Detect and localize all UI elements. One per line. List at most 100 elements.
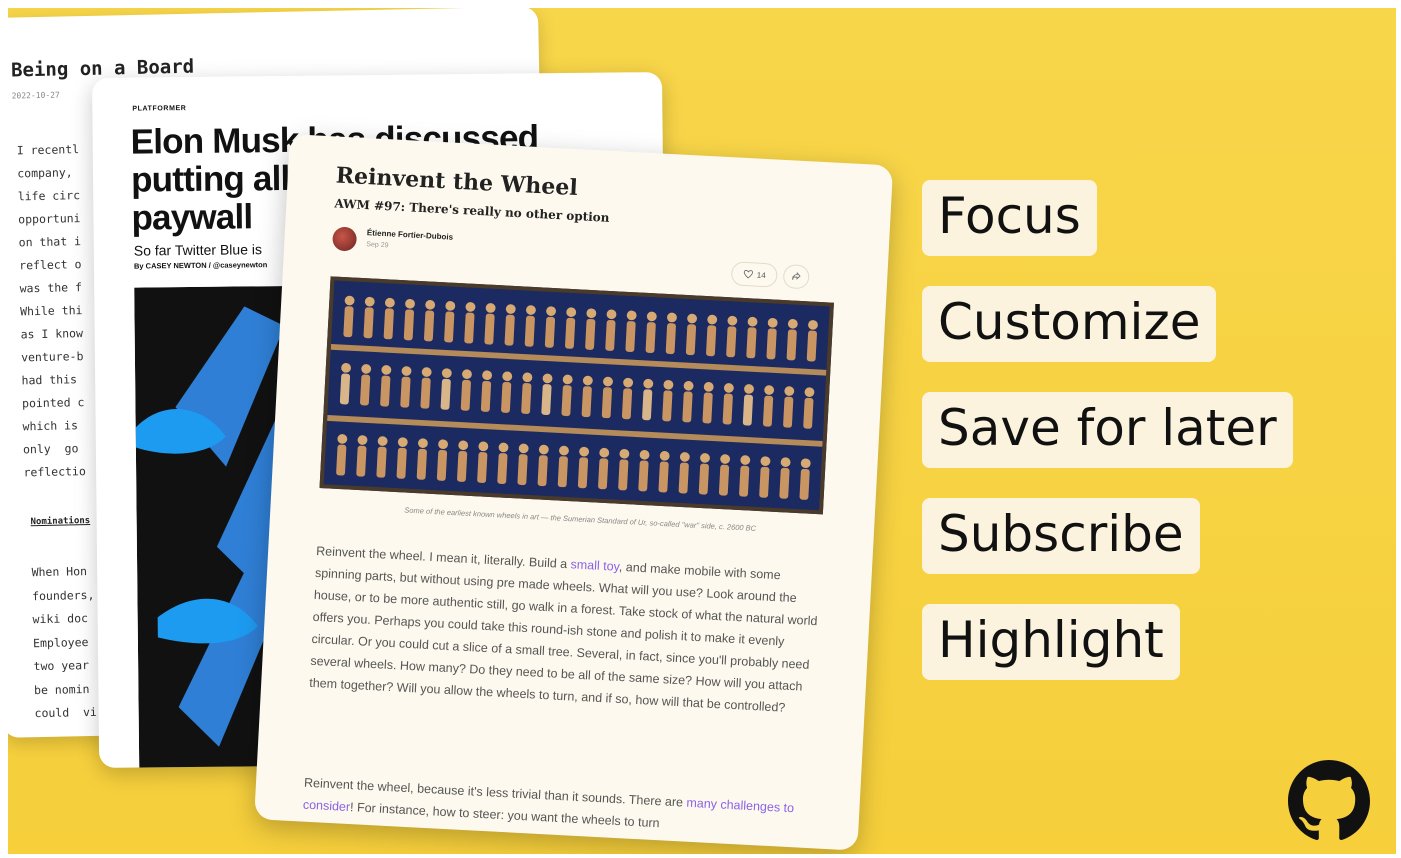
panel-figure [746,327,757,359]
body-line: life circ [17,188,81,204]
feature-highlight: Highlight [922,604,1180,680]
article-body: Reinvent the wheel. I mean it, literally… [309,540,822,720]
panel-figure [396,447,407,479]
body-text: , and make mobile with some spinning par… [308,559,818,715]
body-line: reflect o [19,257,82,273]
panel-figure [621,388,633,420]
article-title: Reinvent the Wheel [335,162,579,202]
article-card-reinvent-wheel[interactable]: Reinvent the Wheel AWM #97: There's real… [254,134,894,851]
panel-figure [480,380,492,412]
panel-figure [561,385,572,417]
like-count: 14 [756,270,766,280]
panel-figure [783,396,794,428]
author-avatar[interactable] [331,226,358,252]
panel-figure [779,467,790,499]
panel-figure [625,321,636,352]
like-button[interactable]: 14 [730,261,778,288]
body-line: only go [22,441,79,457]
hero-banner: Being on a Board 2022-10-27 I recentl com… [8,8,1396,854]
panel-figure [601,387,612,419]
panel-figure [363,307,374,339]
body-line: reflectio [23,464,86,480]
publication-name: PLATFORMER [132,105,187,113]
feature-customize: Customize [922,286,1217,362]
panel-figure [380,375,391,407]
share-button[interactable] [782,264,810,290]
small-toy-link[interactable]: small toy [570,557,619,574]
body-line: two year [33,658,90,674]
panel-figure [403,309,415,341]
body-line: company, [17,165,80,181]
panel-figure [742,394,753,426]
panel-figure [336,444,347,476]
article-date: Sep 29 [366,241,389,250]
panel-figure [759,466,770,498]
body-line: as I know [20,326,84,342]
panel-figure [423,310,435,342]
panel-figure [521,383,532,414]
panel-figure [682,391,693,423]
panel-figure [440,378,451,410]
body-line: could vi [34,704,98,721]
panel-figure [722,393,733,425]
panel-figure [504,314,515,346]
body-line: venture-b [20,349,84,365]
feature-subscribe: Subscribe [922,498,1200,574]
panel-figure [678,462,689,494]
article-body: I recentl company, life circ opportuni on t… [17,138,87,484]
panel-figure [460,379,471,411]
panel-figure [501,381,512,413]
panel-figure [786,329,797,361]
panel-figure [541,384,552,416]
panel-figure [464,312,475,344]
body-line: be nomin [33,681,90,697]
body-line: on that i [18,234,82,250]
article-dek: So far Twitter Blue is [133,241,263,259]
panel-figure [343,306,354,338]
article-date: 2022-10-27 [11,90,60,101]
body-line: wiki doc [32,611,89,627]
panel-figure [605,320,616,351]
article-body-continued: Reinvent the wheel, because it's less tr… [302,772,810,842]
panel-figure [416,448,427,480]
github-icon[interactable] [1288,760,1370,842]
article-body-continued: When Hon founders, wiki doc Employee two ye… [31,560,97,726]
panel-figure [739,465,750,497]
share-icon [792,271,801,280]
panel-figure [598,458,609,490]
author-name[interactable]: Étienne Fortier-Dubois [367,228,454,242]
panel-figure [806,330,817,362]
panel-figure [400,376,411,408]
panel-figure [444,311,455,343]
panel-figure [726,326,737,358]
panel-figure [665,323,676,355]
body-line: opportuni [18,211,81,227]
panel-figure [497,453,508,485]
body-line: When Hon [31,564,88,580]
panel-figure [544,316,556,348]
heart-icon [743,269,753,279]
panel-figure [436,449,448,481]
panel-figure [581,386,592,418]
panel-figure [702,392,713,424]
body-line: founders, [31,587,95,603]
panel-figure [577,457,589,489]
feature-focus: Focus [922,180,1097,256]
body-line: which is [22,418,86,434]
panel-figure [706,325,717,357]
body-line: pointed c [21,395,85,411]
panel-figure [662,390,673,422]
feature-save-for-later: Save for later [922,392,1293,468]
panel-figure [524,315,535,347]
body-line: was the f [19,280,83,296]
panel-figure [383,308,394,340]
article-subheading: Nominations [30,515,91,528]
body-line: had this [21,372,85,388]
body-line: I recentl [16,142,80,158]
panel-figure [517,454,528,486]
panel-figure [618,459,629,491]
panel-figure [557,456,568,488]
panel-figure [356,445,367,477]
panel-figure [718,464,730,496]
panel-figure [685,324,697,356]
